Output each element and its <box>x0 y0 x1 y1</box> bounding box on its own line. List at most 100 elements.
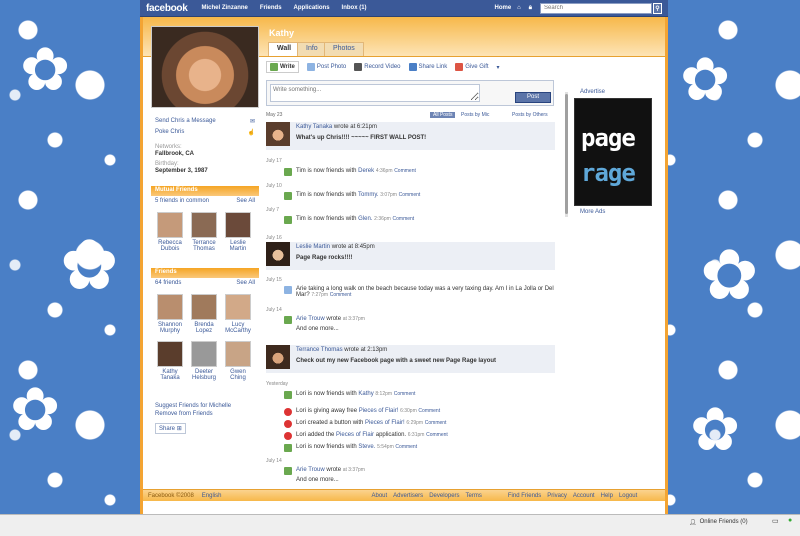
avatar[interactable] <box>266 242 290 266</box>
scrollbar-thumb[interactable] <box>565 94 568 214</box>
share-button[interactable]: Share ⊞ <box>155 423 186 434</box>
friends-box: Friends 64 friends See All Shannon Murphy … <box>151 268 259 388</box>
search-icon[interactable]: ⚲ <box>653 2 662 14</box>
facebook-logo[interactable]: facebook <box>146 3 188 14</box>
friend-tile[interactable]: Gwen Ching <box>221 341 255 381</box>
comment-link[interactable]: Comment <box>394 168 416 174</box>
footer-terms[interactable]: Terms <box>466 493 482 499</box>
friend-tile[interactable]: Kathy Tanaka <box>153 341 187 381</box>
friends-title: Friends <box>151 268 259 278</box>
see-all-link[interactable]: See All <box>236 198 255 204</box>
avatar[interactable] <box>266 122 290 146</box>
comment-link[interactable]: Comment <box>393 216 415 222</box>
footer-developers[interactable]: Developers <box>429 493 459 499</box>
feed-date: July 14 <box>266 307 282 313</box>
search-input[interactable] <box>540 2 652 14</box>
nav-inbox[interactable]: Inbox (1) <box>342 5 367 11</box>
footer-privacy[interactable]: Privacy <box>547 493 567 499</box>
online-friends-button[interactable]: 👤︎ Online Friends (0) <box>689 517 748 527</box>
post-button[interactable]: Post <box>515 92 551 103</box>
nav-home[interactable]: Home <box>495 5 512 11</box>
nav-user-name[interactable]: Michel Zinzanne <box>202 5 248 11</box>
chat-status-icon[interactable]: ● <box>788 517 792 524</box>
flair-icon <box>284 420 292 428</box>
poke-link[interactable]: Poke Chris ☝ <box>151 127 259 138</box>
footer-find-friends[interactable]: Find Friends <box>508 493 541 499</box>
nav-friends[interactable]: Friends <box>260 5 282 11</box>
more-ads-link[interactable]: More Ads <box>580 209 605 215</box>
post-message: And one more... <box>296 477 339 483</box>
footer-account[interactable]: Account <box>573 493 595 499</box>
friend-link[interactable]: Kathy <box>358 391 373 397</box>
comment-link[interactable]: Comment <box>425 420 447 426</box>
filter-posts-by-mic[interactable]: Posts by Mic <box>461 112 489 118</box>
post-author[interactable]: Kathy Tanaka <box>296 124 332 130</box>
tab-info[interactable]: Info <box>297 42 327 56</box>
flair-link[interactable]: Pieces of Flair <box>336 432 374 438</box>
post-author[interactable]: Leslie Martin <box>296 244 330 250</box>
friend-link[interactable]: Derek <box>358 168 374 174</box>
friend-link[interactable]: Tommy. <box>358 192 379 198</box>
chevron-down-icon[interactable]: ▾ <box>497 64 500 71</box>
friend-tile[interactable]: Brenda Lopez <box>187 294 221 334</box>
advertise-link[interactable]: Advertise <box>580 89 605 95</box>
notification-icon[interactable]: ▭ <box>772 517 779 525</box>
post-author[interactable]: Arie Trouw <box>296 467 325 473</box>
tab-wall[interactable]: Wall <box>268 42 301 56</box>
write-action[interactable]: Write <box>266 61 299 73</box>
friend-link[interactable]: Steve. <box>358 444 375 450</box>
filter-posts-by-others[interactable]: Posts by Others <box>512 112 548 118</box>
nav-applications[interactable]: Applications <box>294 5 330 11</box>
language-link[interactable]: English <box>202 493 222 499</box>
mini-story: Tim is now friends with Glen. 2:36pm Com… <box>284 216 573 224</box>
tab-photos[interactable]: Photos <box>324 42 364 56</box>
friends-count[interactable]: 64 friends <box>155 280 181 286</box>
send-message-link[interactable]: Send Chris a Message ✉ <box>151 116 259 127</box>
suggest-friends-link[interactable]: Suggest Friends for Michelle <box>151 402 259 410</box>
feed-date: July 7 <box>266 207 280 213</box>
comment-link[interactable]: Comment <box>394 391 416 397</box>
footer-about[interactable]: About <box>371 493 387 499</box>
friend-tile[interactable]: Deeter Helsburg <box>187 341 221 381</box>
home-icon[interactable]: ⌂ <box>517 5 521 11</box>
post-author[interactable]: Arie Trouw <box>296 316 325 322</box>
avatar[interactable] <box>266 345 290 369</box>
page-rage-ad[interactable]: page rage <box>574 98 652 206</box>
comment-link[interactable]: Comment <box>330 292 352 298</box>
friend-tile[interactable]: Rebecca Dubois <box>153 212 187 252</box>
scrollbar[interactable] <box>565 92 568 217</box>
flair-link[interactable]: Pieces of Flair! <box>365 420 405 426</box>
feed-date: Yesterday <box>266 381 289 387</box>
mutual-friends-title: Mutual Friends <box>151 186 259 196</box>
mutual-friends-count[interactable]: 5 friends in common <box>155 198 209 204</box>
friend-tile[interactable]: Lucy McCarthy <box>221 294 255 334</box>
lock-icon[interactable]: 🔒︎ <box>529 5 532 12</box>
composer-input[interactable] <box>270 84 480 102</box>
post-photo-action[interactable]: Post Photo <box>306 63 346 71</box>
comment-link[interactable]: Comment <box>418 408 440 414</box>
share-link-action[interactable]: Share Link <box>408 63 447 71</box>
comment-link[interactable]: Comment <box>426 432 448 438</box>
comment-link[interactable]: Comment <box>395 444 417 450</box>
give-gift-action[interactable]: Give Gift <box>455 63 489 71</box>
footer-help[interactable]: Help <box>601 493 613 499</box>
friend-link[interactable]: Glen. <box>358 216 372 222</box>
friends-icon <box>284 216 292 224</box>
remove-friend-link[interactable]: Remove from Friends <box>151 410 259 418</box>
flair-link[interactable]: Pieces of Flair! <box>359 408 399 414</box>
video-icon <box>354 63 363 71</box>
post-author[interactable]: Terrance Thomas <box>296 347 343 353</box>
see-all-link[interactable]: See All <box>236 280 255 286</box>
friend-tile[interactable]: Leslie Martin <box>221 212 255 252</box>
record-video-action[interactable]: Record Video <box>354 63 401 71</box>
friend-actions: Suggest Friends for Michelle Remove from… <box>151 402 259 439</box>
footer-advertisers[interactable]: Advertisers <box>393 493 423 499</box>
friend-tile[interactable]: Terrance Thomas <box>187 212 221 252</box>
comment-link[interactable]: Comment <box>399 192 421 198</box>
mini-story: Arie taking a long walk on the beach bec… <box>284 286 554 298</box>
footer-logout[interactable]: Logout <box>619 493 637 499</box>
friend-tile[interactable]: Shannon Murphy <box>153 294 187 334</box>
filter-all-posts[interactable]: All Posts <box>430 112 456 118</box>
profile-photo[interactable] <box>151 26 259 108</box>
birthday-value: September 3, 1987 <box>155 168 208 174</box>
